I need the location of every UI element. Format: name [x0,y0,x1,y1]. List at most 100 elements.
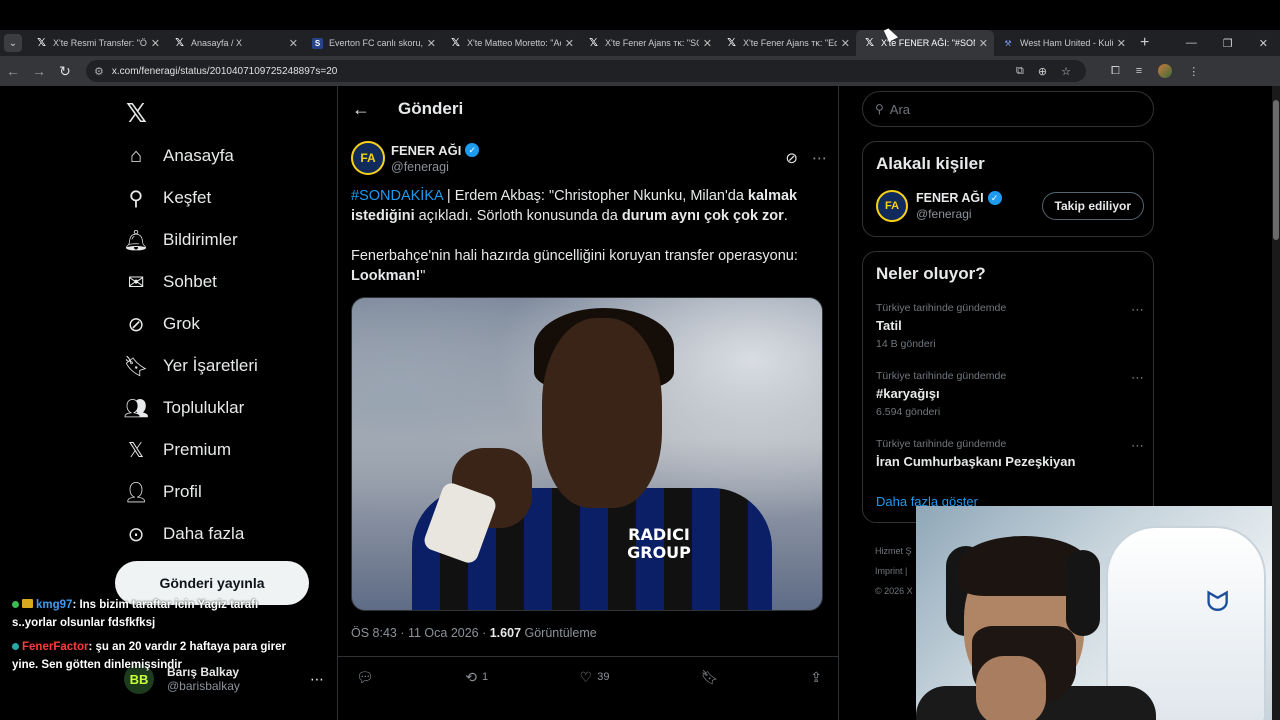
browser-tab-active[interactable]: 𝕏 X'te FENER AĞI: "#SONDA ✕ [856,30,994,56]
tweet-image[interactable]: RADICI GROUP [351,297,823,611]
maximize-icon[interactable]: ❐ [1223,37,1233,50]
tab-title: X'te Matteo Moretto: "Aci [467,38,561,48]
site-info-icon[interactable]: ⚙ [94,65,104,78]
hashtag-link[interactable]: #SONDAKİKA [351,188,443,204]
browser-tab[interactable]: 𝕏 X'te Fener Ajans ᴛᴋ: "SON ✕ [580,30,718,56]
trend-item[interactable]: Türkiye tarihinde gündemde İran Cumhurba… [876,438,1144,469]
nav-item-profile[interactable]: 👤︎ Profil [123,472,201,512]
browser-tab[interactable]: S Everton FC canlı skoru, tak ✕ [304,30,442,56]
close-icon[interactable]: ✕ [703,37,712,50]
verified-badge-icon: ✓ [465,143,480,157]
x-icon: 𝕏 [865,36,874,49]
menu-icon[interactable]: ⋮ [1188,65,1199,78]
more-icon[interactable]: ⋯ [1131,370,1144,386]
new-tab-button[interactable]: + [1140,34,1149,52]
extensions-icon[interactable]: ⧠ [1111,65,1120,78]
reload-icon[interactable]: ↻ [52,63,78,80]
author-avatar[interactable]: FA [351,141,385,175]
star-icon[interactable]: ☆ [1061,65,1071,78]
nav-item-grok[interactable]: ⊘ Grok [124,304,200,344]
everton-icon: S [312,37,323,49]
more-icon[interactable]: ⋯ [1131,302,1144,318]
footer-link[interactable]: Hizmet Ş [875,541,913,561]
more-icon[interactable]: ⋯ [1131,438,1144,454]
zoom-icon[interactable]: ⊕ [1038,65,1047,78]
chat-username: FenerFactor [22,641,89,653]
nav-item-bookmarks[interactable]: 🔖︎ Yer İşaretleri [123,346,258,386]
media-icon[interactable]: ≡ [1136,65,1142,77]
share-button[interactable]: ⇪ [810,669,822,686]
browser-tab[interactable]: 𝕏 X'te Fener Ajans ᴛᴋ: "Eden ✕ [718,30,856,56]
nav-label: Keşfet [163,188,212,207]
nav-item-notifications[interactable]: 🔔︎ Bildirimler [123,220,237,260]
trend-item[interactable]: Türkiye tarihinde gündemde #karyağışı 6.… [876,370,1144,418]
status-dot-icon [12,643,19,650]
tweet-text-bold: Lookman! [351,268,421,284]
x-logo-icon[interactable]: 𝕏 [126,98,147,129]
close-icon[interactable]: ✕ [841,37,850,50]
trend-title: Tatil [876,318,902,333]
back-icon[interactable]: ← [0,63,26,79]
tab-title: X'te Fener Ajans ᴛᴋ: "Eden [743,38,837,48]
nav-item-home[interactable]: ⌂ Anasayfa [124,136,234,176]
tab-title: Anasayfa / X [191,38,243,48]
person-handle: @feneragi [916,207,972,221]
verified-badge-icon: ✓ [987,191,1002,205]
nav-item-premium[interactable]: 𝕏 Premium [124,430,231,470]
footer-link[interactable]: Imprint | [875,561,913,581]
minimize-icon[interactable]: — [1186,37,1197,50]
nav-item-more[interactable]: ⊙ Daha fazla [124,514,245,554]
footer-copyright: © 2026 X [875,586,913,596]
close-window-icon[interactable]: ✕ [1259,37,1268,50]
more-options-icon[interactable]: ⋯ [812,149,827,167]
nav-label: Daha fazla [163,524,245,543]
mail-icon: ✉ [127,271,145,294]
browser-tab[interactable]: 𝕏 X'te Resmi Transfer: "ÖZEL ✕ [28,30,166,56]
following-button[interactable]: Takip ediliyor [1041,192,1144,220]
close-icon[interactable]: ✕ [1117,37,1126,50]
more-icon[interactable]: ⋯ [310,671,324,688]
close-icon[interactable]: ✕ [151,37,160,50]
author-name-row[interactable]: FENER AĞI ✓ [391,143,480,158]
close-icon[interactable]: ✕ [979,37,988,50]
reply-button[interactable]: 💬︎ [356,669,374,686]
nav-item-communities[interactable]: 👥︎ Topluluklar [123,388,244,428]
browser-tab[interactable]: ⚒ West Ham United - Kulüp ✕ [994,30,1132,56]
westham-icon: ⚒ [1004,38,1012,48]
nav-item-chat[interactable]: ✉ Sohbet [124,262,217,302]
url-input[interactable]: ⚙ x.com/feneragi/status/2010407109725248… [86,60,1086,82]
retweet-button[interactable]: ⟲ 1 [465,669,488,686]
install-icon[interactable]: ⧉ [1016,65,1024,78]
tweet-author: FA FENER AĞI ✓ @feneragi ⊘ ⋯ [351,140,831,176]
forward-icon[interactable]: → [26,63,52,79]
nav-label: Yer İşaretleri [163,356,258,375]
author-handle[interactable]: @feneragi [391,160,479,174]
profile-avatar-icon[interactable] [1158,64,1173,78]
tweet-text-bold: durum aynı çok çok zor [621,208,784,224]
post-header: ← Gönderi [338,86,838,132]
retweet-count: 1 [482,671,489,683]
tab-search-button[interactable]: ⌄ [4,34,22,52]
tab-title: West Ham United - Kulüp [1020,38,1113,48]
stream-chat-overlay: kmg97: Ins bizim taraftar icin Yagiz tar… [12,596,302,674]
like-button[interactable]: ♡ 39 [580,669,610,686]
tweet-meta: ÖS 8:43 · 11 Oca 2026 · 1.607 Görüntülem… [351,626,597,640]
close-icon[interactable]: ✕ [565,37,574,50]
bookmark-button[interactable]: 🔖︎ [701,669,719,686]
tweet-timestamp[interactable]: ÖS 8:43 · 11 Oca 2026 · [351,626,490,640]
search-placeholder: Ara [889,101,911,117]
trend-context: Türkiye tarihinde gündemde [876,302,1007,314]
browser-tab[interactable]: 𝕏 X'te Matteo Moretto: "Aci ✕ [442,30,580,56]
close-icon[interactable]: ✕ [289,37,298,50]
back-arrow-icon[interactable]: ← [352,99,372,120]
close-icon[interactable]: ✕ [427,37,436,50]
search-input[interactable]: ⚲ Ara [862,91,1154,127]
bookmark-icon: 🔖︎ [700,668,719,685]
tweet-text-part: Fenerbahçe'nin hali hazırda güncelliğini… [351,248,798,264]
grok-icon[interactable]: ⊘ [785,149,798,167]
scrollbar-thumb[interactable] [1273,100,1279,240]
nav-item-explore[interactable]: ⚲ Keşfet [124,178,212,218]
browser-tab[interactable]: 𝕏 Anasayfa / X ✕ [166,30,304,56]
trend-item[interactable]: Türkiye tarihinde gündemde Tatil 14 B gö… [876,302,1144,350]
related-person[interactable]: FA FENER AĞI ✓ @feneragi Takip ediliyor [876,190,1144,222]
